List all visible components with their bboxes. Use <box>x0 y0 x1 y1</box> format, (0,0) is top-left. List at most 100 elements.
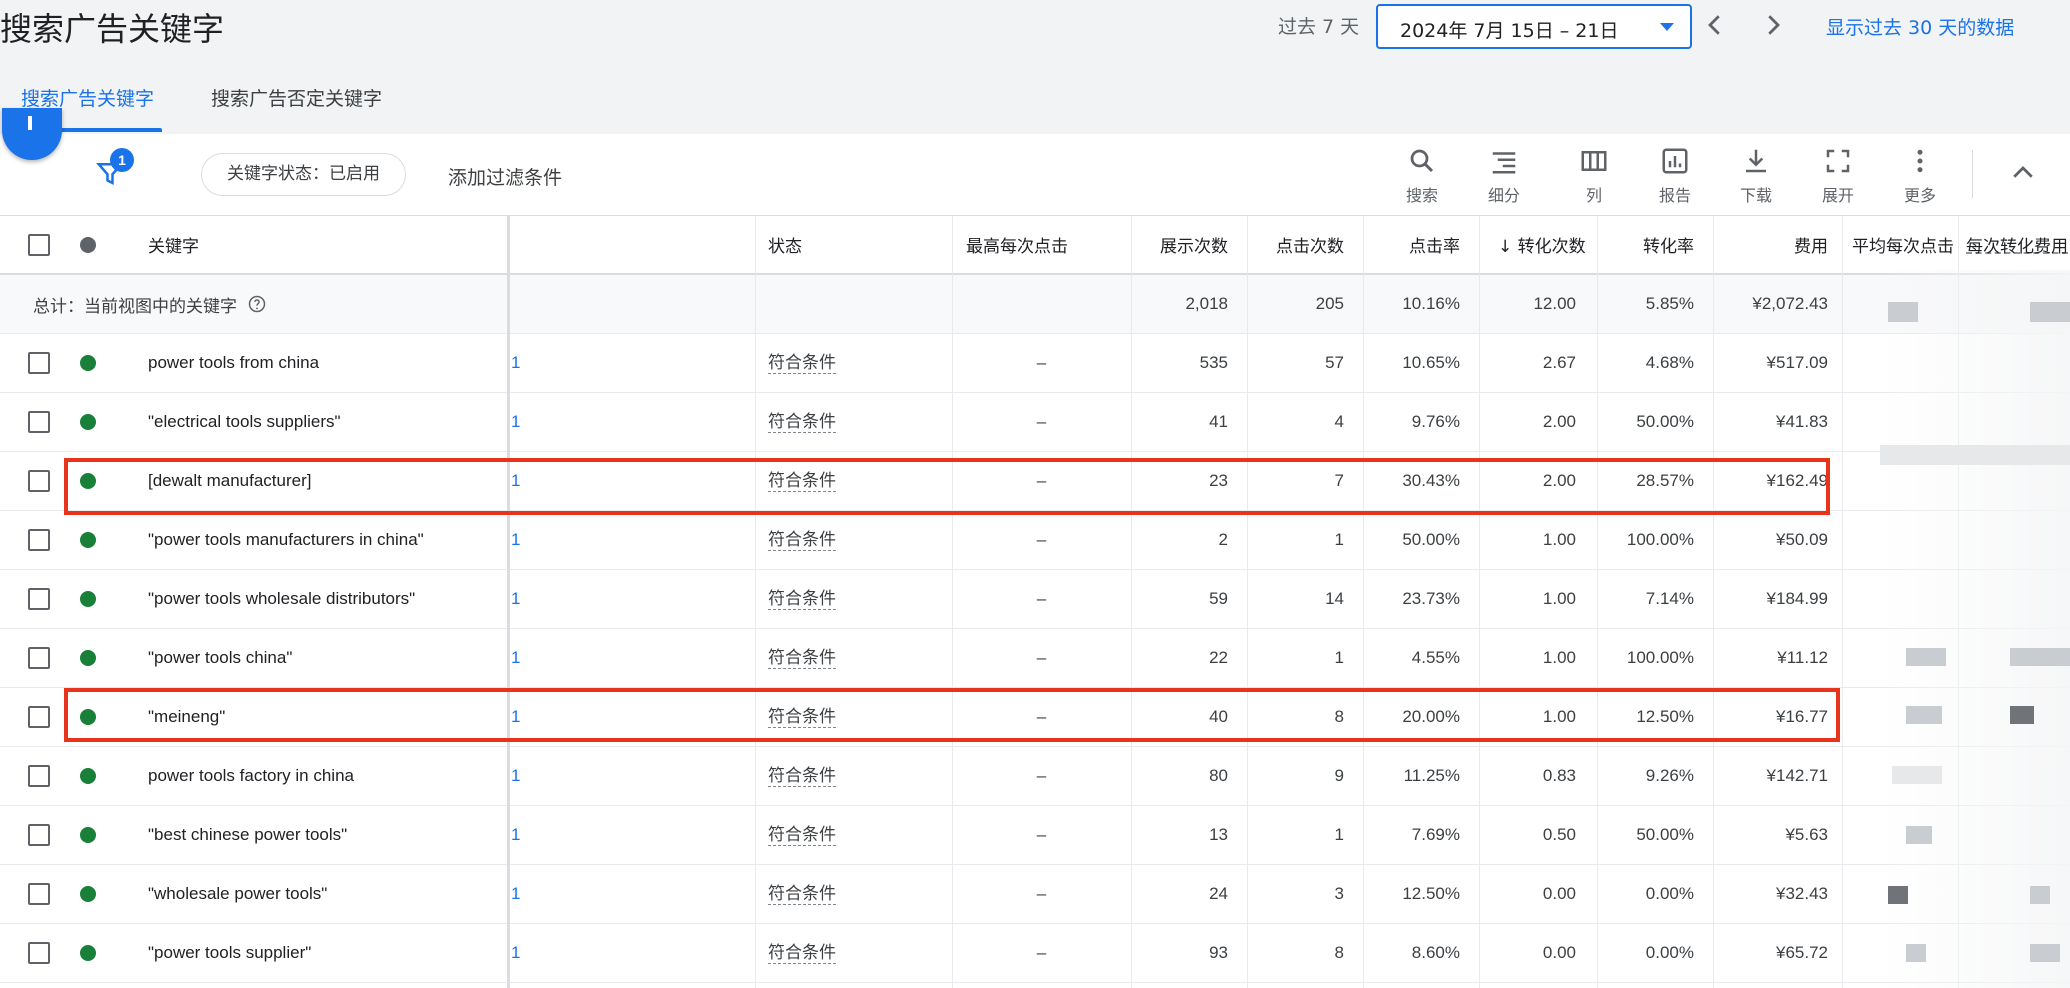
keyword-status-filter-chip[interactable]: 关键字状态：已启用 <box>201 153 406 196</box>
status-eligible-text[interactable]: 符合条件 <box>768 943 836 964</box>
table-row[interactable]: "electrical tools suppliers" 1 符合条件 – 41 4 9.7… <box>0 393 2070 452</box>
status-cell[interactable]: 符合条件 <box>768 865 948 923</box>
ad-group-link[interactable]: 1 <box>511 570 541 628</box>
add-filter-button[interactable]: 添加过滤条件 <box>448 163 562 190</box>
row-checkbox[interactable] <box>28 588 50 610</box>
status-eligible-text[interactable]: 符合条件 <box>768 530 836 551</box>
next-period-button[interactable] <box>1758 10 1788 40</box>
row-checkbox[interactable] <box>28 352 50 374</box>
max-cpc-cell[interactable]: – <box>952 865 1131 923</box>
status-cell[interactable]: 符合条件 <box>768 747 948 805</box>
row-checkbox[interactable] <box>28 706 50 728</box>
status-cell[interactable]: 符合条件 <box>768 629 948 687</box>
enabled-status-dot-icon <box>80 591 96 607</box>
ad-group-link[interactable]: 1 <box>511 511 541 569</box>
status-cell[interactable]: 符合条件 <box>768 924 948 982</box>
tab-negative-keywords[interactable]: 搜索广告否定关键字 <box>211 84 382 111</box>
table-row[interactable]: power tools from china 1 符合条件 – 535 57 10.65% 2… <box>0 334 2070 393</box>
header-clicks[interactable]: 点击次数 <box>1248 216 1356 273</box>
row-checkbox[interactable] <box>28 942 50 964</box>
toolbar-columns-button[interactable]: 列 <box>1564 146 1624 206</box>
header-impressions[interactable]: 展示次数 <box>1132 216 1240 273</box>
max-cpc-cell[interactable]: – <box>952 806 1131 864</box>
header-ctr[interactable]: 点击率 <box>1364 216 1472 273</box>
keyword-cell[interactable]: "power tools manufacturers in china" <box>148 511 498 569</box>
chevron-left-icon <box>1708 15 1720 35</box>
tab-search-keywords[interactable]: 搜索广告关键字 <box>21 84 154 111</box>
keyword-cell[interactable]: power tools from china <box>148 334 498 392</box>
plus-icon <box>28 116 32 130</box>
status-eligible-text[interactable]: 符合条件 <box>768 825 836 846</box>
header-conv-rate[interactable]: 转化率 <box>1598 216 1706 273</box>
max-cpc-cell[interactable]: – <box>952 924 1131 982</box>
max-cpc-cell[interactable]: – <box>952 511 1131 569</box>
status-eligible-text[interactable]: 符合条件 <box>768 412 836 433</box>
header-cost[interactable]: 费用 <box>1714 216 1840 273</box>
clicks-cell: 14 <box>1325 589 1344 608</box>
max-cpc-cell[interactable]: – <box>952 570 1131 628</box>
max-cpc-cell[interactable]: – <box>952 393 1131 451</box>
status-eligible-text[interactable]: 符合条件 <box>768 589 836 610</box>
status-cell[interactable]: 符合条件 <box>768 511 948 569</box>
max-cpc-cell[interactable]: – <box>952 334 1131 392</box>
row-checkbox[interactable] <box>28 529 50 551</box>
row-checkbox[interactable] <box>28 883 50 905</box>
column-divider <box>952 216 953 988</box>
toolbar-segment-button[interactable]: 细分 <box>1474 146 1534 206</box>
status-eligible-text[interactable]: 符合条件 <box>768 353 836 374</box>
ad-group-link[interactable]: 1 <box>511 806 541 864</box>
keyword-cell[interactable]: power tools factory in china <box>148 747 498 805</box>
table-row[interactable]: "power tools manufacturers in china" 1 符合条… <box>0 511 2070 570</box>
status-eligible-text[interactable]: 符合条件 <box>768 884 836 905</box>
header-avg-cpc[interactable]: 平均每次点击 <box>1852 216 1954 273</box>
redacted-cell <box>1888 302 1918 322</box>
previous-period-button[interactable] <box>1700 10 1730 40</box>
header-status[interactable]: 状态 <box>768 216 948 273</box>
ad-group-link[interactable]: 1 <box>511 334 541 392</box>
max-cpc-cell[interactable]: – <box>952 629 1131 687</box>
ad-group-link[interactable]: 1 <box>511 924 541 982</box>
keyword-cell[interactable]: "power tools china" <box>148 629 498 687</box>
header-max-cpc[interactable]: 最高每次点击 <box>966 216 1076 273</box>
table-row[interactable]: "wholesale power tools" 1 符合条件 – 24 3 12.50% 0.… <box>0 865 2070 924</box>
row-checkbox[interactable] <box>28 765 50 787</box>
help-icon[interactable] <box>247 294 267 314</box>
ad-group-link[interactable]: 1 <box>511 629 541 687</box>
show-30-days-link[interactable]: 显示过去 30 天的数据 <box>1826 13 2014 40</box>
status-cell[interactable]: 符合条件 <box>768 806 948 864</box>
table-row[interactable]: "power tools wholesale distributors" 1 符合条… <box>0 570 2070 629</box>
status-cell[interactable]: 符合条件 <box>768 334 948 392</box>
keyword-cell[interactable]: "power tools supplier" <box>148 924 498 982</box>
date-range-picker[interactable]: 2024年 7月 15日 – 21日 <box>1376 4 1692 49</box>
select-all-checkbox[interactable] <box>28 234 50 256</box>
keyword-cell[interactable]: "electrical tools suppliers" <box>148 393 498 451</box>
keyword-cell[interactable]: "best chinese power tools" <box>148 806 498 864</box>
header-keyword[interactable]: 关键字 <box>148 216 498 273</box>
table-row[interactable]: "power tools supplier" 1 符合条件 – 93 8 8.60% 0.00… <box>0 924 2070 983</box>
row-checkbox[interactable] <box>28 647 50 669</box>
header-cost-per-conversion[interactable]: 每次转化费用 <box>1966 216 2070 273</box>
status-cell[interactable]: 符合条件 <box>768 393 948 451</box>
ad-group-link[interactable]: 1 <box>511 393 541 451</box>
keyword-cell[interactable]: "wholesale power tools" <box>148 865 498 923</box>
table-row[interactable]: "best chinese power tools" 1 符合条件 –13 1 7.69%… <box>0 806 2070 865</box>
toolbar-more-button[interactable]: 更多 <box>1890 146 1950 206</box>
row-checkbox[interactable] <box>28 411 50 433</box>
toolbar-report-button[interactable]: 报告 <box>1645 146 1705 206</box>
collapse-chevron-up-icon[interactable] <box>2008 158 2038 188</box>
toolbar-expand-button[interactable]: 展开 <box>1808 146 1868 206</box>
toolbar-download-button[interactable]: 下载 <box>1726 146 1786 206</box>
ad-group-link[interactable]: 1 <box>511 865 541 923</box>
max-cpc-cell[interactable]: – <box>952 747 1131 805</box>
keyword-cell[interactable]: "power tools wholesale distributors" <box>148 570 498 628</box>
toolbar-search-button[interactable]: 搜索 <box>1392 146 1452 206</box>
status-cell[interactable]: 符合条件 <box>768 570 948 628</box>
status-eligible-text[interactable]: 符合条件 <box>768 648 836 669</box>
table-row[interactable]: "power tools china" 1 符合条件 –22 1 4.55% 1.00 100… <box>0 629 2070 688</box>
header-conversions[interactable]: ↓ 转化次数 <box>1498 216 1588 273</box>
row-checkbox[interactable] <box>28 824 50 846</box>
table-row[interactable]: power tools factory in china 1 符合条件 – 80 9 11.… <box>0 747 2070 806</box>
row-checkbox[interactable] <box>28 470 50 492</box>
ad-group-link[interactable]: 1 <box>511 747 541 805</box>
status-eligible-text[interactable]: 符合条件 <box>768 766 836 787</box>
